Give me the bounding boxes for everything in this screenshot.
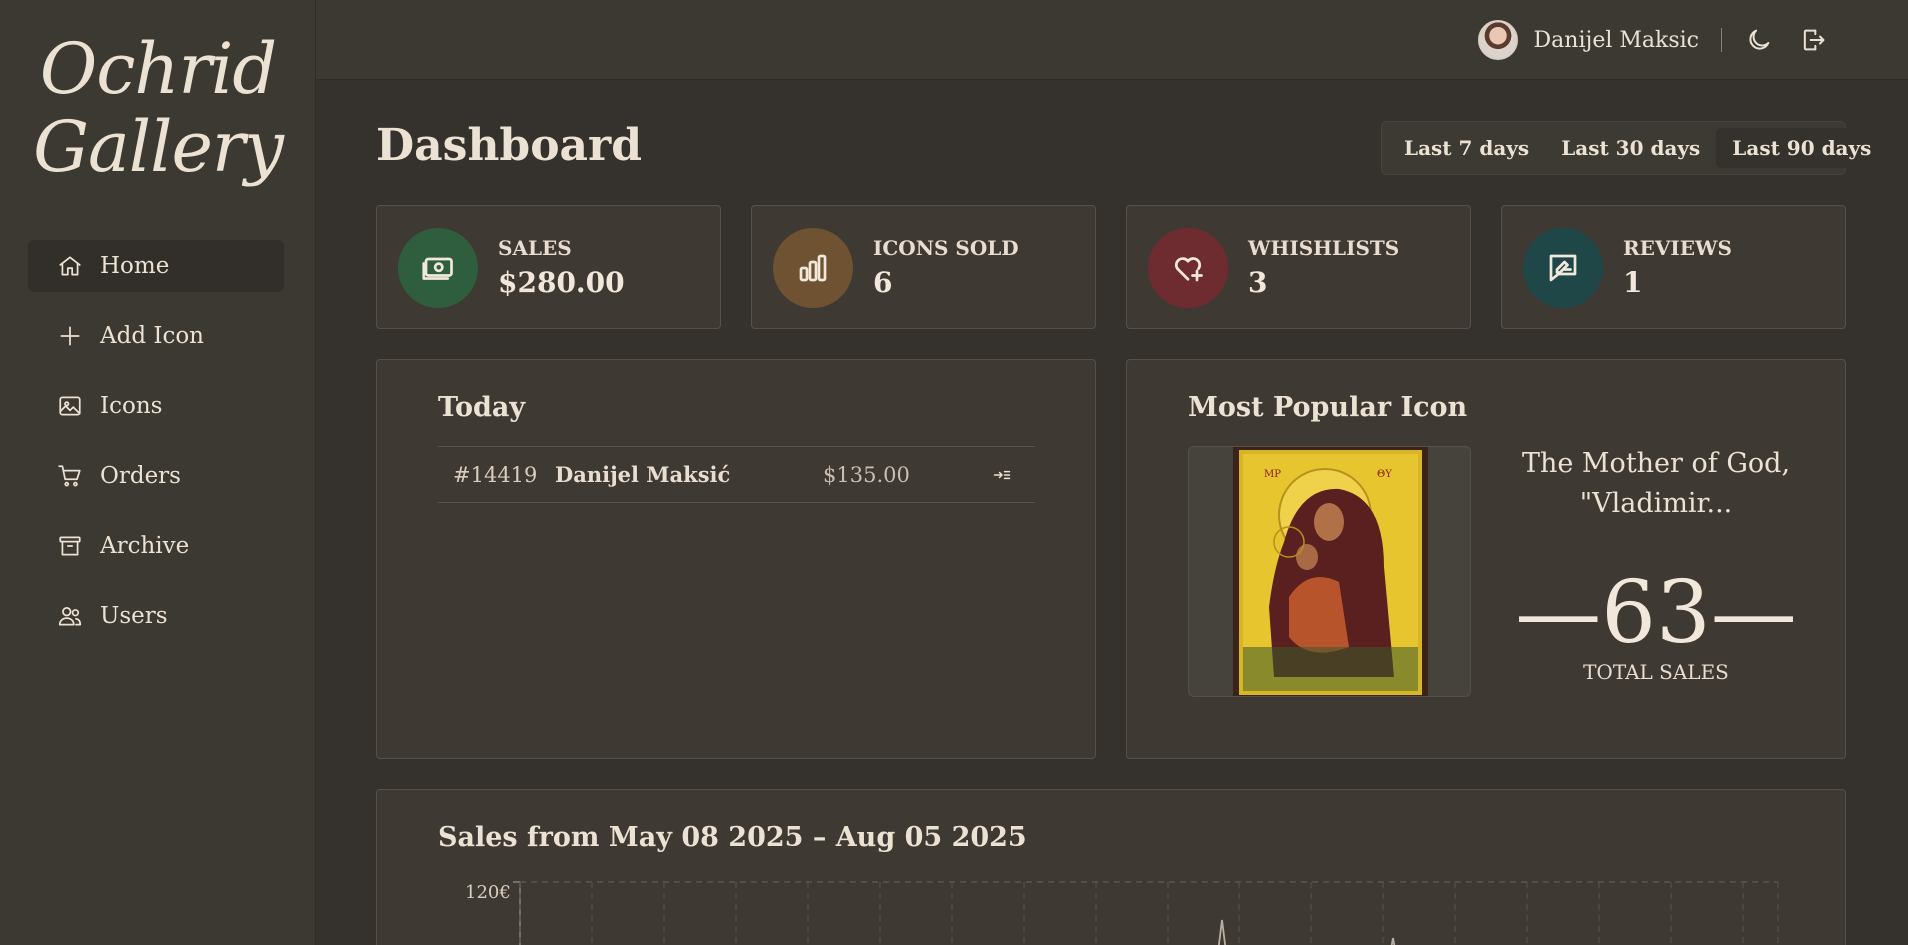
stat-card-wishlists: WHISHLISTS 3 — [1126, 205, 1471, 329]
popular-icon-image[interactable]: ΜΡ ΘΥ — [1188, 446, 1471, 697]
sidebar-item-label: Home — [100, 253, 170, 279]
range-last-30-days[interactable]: Last 30 days — [1545, 128, 1716, 168]
user-area: Danijel Maksic — [1477, 20, 1828, 60]
table-row[interactable]: #14419 Danijel Maksić $135.00 — [438, 446, 1035, 503]
date-range-selector: Last 7 days Last 30 days Last 90 days — [1381, 121, 1888, 175]
stat-card-reviews: REVIEWS 1 — [1501, 205, 1846, 329]
money-icon — [398, 228, 478, 308]
heart-plus-icon — [1148, 228, 1228, 308]
sidebar-item-label: Add Icon — [100, 323, 204, 349]
sidebar-item-archive[interactable]: Archive — [28, 520, 284, 572]
popular-icon-name: The Mother of God, "Vladimir... — [1521, 448, 1791, 519]
top-bar: Danijel Maksic — [316, 0, 1908, 80]
most-popular-title: Most Popular Icon — [1188, 392, 1468, 423]
divider — [1721, 28, 1722, 52]
sidebar-item-icons[interactable]: Icons — [28, 380, 284, 432]
sales-chart — [513, 881, 1779, 945]
order-amount: $135.00 — [823, 462, 910, 487]
sidebar-item-label: Users — [100, 603, 168, 629]
stat-label: SALES — [498, 236, 572, 260]
sales-chart-panel: Sales from May 08 2025 – Aug 05 2025 120… — [376, 789, 1846, 945]
home-icon — [56, 252, 84, 280]
image-icon — [56, 392, 84, 420]
order-customer: Danijel Maksić — [555, 462, 731, 487]
plus-icon — [56, 322, 84, 350]
cart-icon — [56, 462, 84, 490]
stat-card-sales: SALES $280.00 — [376, 205, 721, 329]
stat-card-icons-sold: ICONS SOLD 6 — [751, 205, 1096, 329]
order-id: #14419 — [453, 462, 538, 487]
range-last-7-days[interactable]: Last 7 days — [1388, 128, 1545, 168]
stat-value: $280.00 — [498, 266, 625, 299]
sidebar-item-add-icon[interactable]: Add Icon — [28, 310, 284, 362]
sidebar-item-orders[interactable]: Orders — [28, 450, 284, 502]
sidebar-item-label: Archive — [100, 533, 190, 559]
sales-line-spike-1 — [1217, 919, 1227, 945]
svg-text:ΜΡ: ΜΡ — [1264, 469, 1281, 480]
today-panel: Today #14419 Danijel Maksić $135.00 — [376, 359, 1096, 759]
open-order-icon[interactable] — [990, 463, 1014, 487]
stat-label: ICONS SOLD — [873, 236, 1019, 260]
user-name[interactable]: Danijel Maksic — [1534, 28, 1699, 53]
stat-value: 3 — [1248, 266, 1268, 299]
sidebar-item-home[interactable]: Home — [28, 240, 284, 292]
sales-line-spike-2 — [1390, 937, 1396, 945]
stat-value: 1 — [1623, 266, 1643, 299]
popular-total-sales-label: TOTAL SALES — [1583, 660, 1729, 684]
brand-name-line2: Gallery — [33, 106, 284, 188]
review-icon — [1523, 228, 1603, 308]
brand-logo[interactable]: Ochrid Gallery — [0, 30, 316, 186]
brand-name-line1: Ochrid — [39, 28, 277, 110]
sidebar-nav: Home Add Icon Icons Orders Archive Users — [28, 240, 284, 660]
stat-label: REVIEWS — [1623, 236, 1732, 260]
bar-chart-icon — [773, 228, 853, 308]
sidebar: Ochrid Gallery Home Add Icon Icons Order… — [0, 0, 316, 945]
moon-icon[interactable] — [1744, 25, 1774, 55]
popular-total-sales-value: —63— — [1515, 563, 1797, 663]
users-icon — [56, 602, 84, 630]
svg-text:ΘΥ: ΘΥ — [1377, 469, 1392, 480]
archive-icon — [56, 532, 84, 560]
avatar[interactable] — [1477, 20, 1518, 60]
stat-label: WHISHLISTS — [1248, 236, 1400, 260]
logout-icon[interactable] — [1798, 25, 1828, 55]
sidebar-item-label: Orders — [100, 463, 181, 489]
range-last-90-days[interactable]: Last 90 days — [1716, 128, 1888, 168]
sidebar-item-users[interactable]: Users — [28, 590, 284, 642]
most-popular-panel: Most Popular Icon ΜΡ ΘΥ The Mother of Go… — [1126, 359, 1846, 759]
sidebar-item-label: Icons — [100, 393, 163, 419]
stat-value: 6 — [873, 266, 893, 299]
page-title: Dashboard — [376, 120, 642, 171]
today-title: Today — [438, 392, 526, 423]
